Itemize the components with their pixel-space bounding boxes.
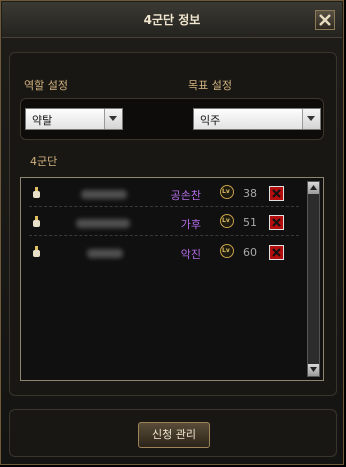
level-badge-icon: Lv [220, 244, 234, 258]
title-bar: 4군단 정보 [2, 2, 342, 38]
member-level: 38 [243, 187, 257, 200]
role-label: 역할 설정 [24, 79, 68, 92]
pin-icon [33, 246, 40, 257]
hidden-player-name [87, 249, 123, 258]
scrollbar[interactable] [307, 181, 320, 377]
corps-info-window: 4군단 정보 역할 설정 목표 설정 약탈 익주 4군단 공손찬 Lv 38 가… [0, 0, 344, 465]
list-item[interactable]: 공손찬 Lv 38 [21, 181, 299, 207]
member-level: 51 [243, 216, 257, 229]
chevron-up-icon [310, 185, 317, 190]
list-item[interactable]: 악진 Lv 60 [21, 240, 299, 266]
target-select-value: 익주 [200, 114, 221, 127]
scroll-down-button[interactable] [308, 364, 319, 376]
target-select[interactable]: 익주 [193, 108, 321, 130]
remove-icon [272, 248, 281, 257]
hidden-player-name [81, 190, 127, 199]
manage-requests-button[interactable]: 신청 관리 [138, 422, 210, 448]
hidden-player-name [76, 219, 130, 228]
member-level: 60 [243, 246, 257, 259]
target-select-arrow[interactable] [302, 109, 320, 129]
chevron-down-icon [307, 116, 315, 121]
member-name: 악진 [180, 248, 201, 261]
level-badge-icon: Lv [220, 185, 234, 199]
remove-member-button[interactable] [269, 215, 284, 230]
window-title: 4군단 정보 [143, 13, 201, 27]
pin-icon [33, 216, 40, 227]
footer-panel: 신청 관리 [9, 409, 337, 457]
member-list: 공손찬 Lv 38 가후 Lv 51 악진 Lv 60 [20, 177, 324, 381]
remove-member-button[interactable] [269, 245, 284, 260]
close-icon [319, 14, 331, 26]
remove-icon [272, 189, 281, 198]
remove-member-button[interactable] [269, 186, 284, 201]
role-select-arrow[interactable] [104, 109, 122, 129]
settings-row: 약탈 익주 [20, 98, 324, 140]
role-select[interactable]: 약탈 [25, 108, 123, 130]
level-badge-icon: Lv [220, 214, 234, 228]
chevron-down-icon [109, 116, 117, 121]
target-label: 목표 설정 [188, 79, 232, 92]
role-select-value: 약탈 [32, 114, 53, 127]
chevron-down-icon [310, 367, 317, 372]
scroll-up-button[interactable] [308, 182, 319, 194]
pin-icon [33, 187, 40, 198]
list-item[interactable]: 가후 Lv 51 [21, 210, 299, 236]
member-name: 가후 [180, 218, 201, 231]
member-name: 공손찬 [170, 189, 201, 202]
close-button[interactable] [315, 10, 335, 30]
remove-icon [272, 218, 281, 227]
main-panel: 역할 설정 목표 설정 약탈 익주 4군단 공손찬 Lv 38 가후 Lv 51… [9, 52, 337, 396]
corps-label: 4군단 [30, 155, 58, 168]
